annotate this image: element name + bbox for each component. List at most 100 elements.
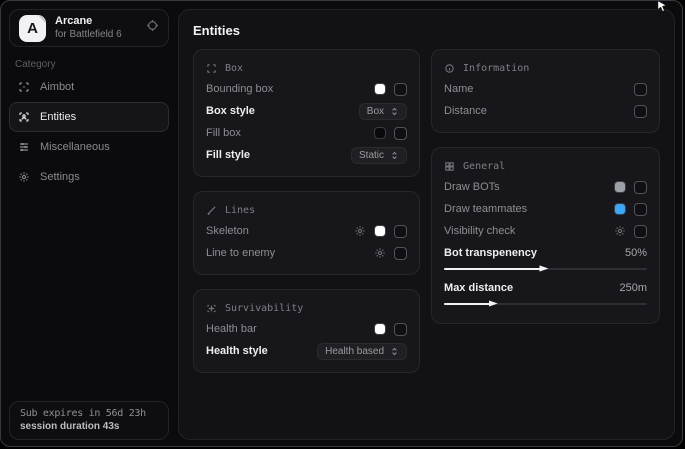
setting-row-skeleton: Skeleton — [206, 220, 407, 242]
subscription-card: Sub expires in 56d 23h session duration … — [9, 401, 169, 440]
sidebar-item-aimbot[interactable]: Aimbot — [9, 72, 169, 102]
color-swatch[interactable] — [614, 203, 626, 215]
name-checkbox[interactable] — [634, 83, 647, 96]
page-title: Entities — [193, 23, 660, 38]
slider-thumb[interactable] — [489, 299, 498, 308]
bounding-box-checkbox[interactable] — [394, 83, 407, 96]
row-label: Name — [444, 83, 473, 95]
sidebar-item-settings[interactable]: Settings — [9, 162, 169, 192]
health-bar-checkbox[interactable] — [394, 323, 407, 336]
card-title: Information — [463, 63, 529, 74]
row-label: Distance — [444, 105, 487, 117]
fill-style-dropdown[interactable]: Static — [351, 147, 407, 164]
gear-icon — [17, 171, 31, 183]
color-swatch[interactable] — [374, 83, 386, 95]
row-label: Line to enemy — [206, 247, 275, 259]
row-label: Health bar — [206, 323, 257, 335]
info-icon — [444, 63, 455, 74]
health-style-dropdown[interactable]: Health based — [317, 343, 407, 360]
gear-icon[interactable] — [146, 19, 159, 37]
row-label: Bot transpenency — [444, 247, 537, 259]
skeleton-checkbox[interactable] — [394, 225, 407, 238]
setting-row-name: Name — [444, 78, 647, 100]
grid-icon — [444, 161, 455, 172]
brand-initial: A — [27, 20, 38, 37]
setting-row-visibility-check: Visibility check — [444, 220, 647, 242]
setting-row-line-to-enemy: Line to enemy — [206, 242, 407, 264]
max-distance-setting: Max distance 250m — [444, 278, 647, 305]
color-swatch[interactable] — [374, 323, 386, 335]
distance-checkbox[interactable] — [634, 105, 647, 118]
draw-bots-checkbox[interactable] — [634, 181, 647, 194]
dropdown-value: Box — [367, 106, 384, 117]
health-cross-icon — [206, 303, 217, 314]
box-style-dropdown[interactable]: Box — [359, 103, 407, 120]
box-card-header: Box — [206, 58, 407, 78]
row-label: Draw teammates — [444, 203, 527, 215]
box-corners-icon — [206, 63, 217, 74]
line-to-enemy-checkbox[interactable] — [394, 247, 407, 260]
max-distance-slider[interactable] — [444, 303, 647, 305]
brand-card: A Arcane for Battlefield 6 — [9, 9, 169, 47]
sidebar-item-label: Settings — [40, 171, 80, 183]
lines-card-header: Lines — [206, 200, 407, 220]
card-columns: Box Bounding box Box style Box — [193, 49, 660, 373]
sidebar-item-label: Entities — [40, 111, 76, 123]
color-swatch[interactable] — [614, 181, 626, 193]
color-swatch[interactable] — [374, 127, 386, 139]
crosshair-icon — [17, 81, 31, 93]
brand-text: Arcane for Battlefield 6 — [55, 15, 137, 41]
row-label: Bounding box — [206, 83, 273, 95]
setting-row-bounding-box: Bounding box — [206, 78, 407, 100]
logo-fold-corner — [37, 15, 46, 24]
row-label: Visibility check — [444, 225, 515, 237]
chevron-up-down-icon — [390, 151, 399, 160]
sidebar-item-label: Aimbot — [40, 81, 74, 93]
setting-row-health-style: Health style Health based — [206, 340, 407, 362]
session-duration-text: session duration 43s — [20, 421, 158, 432]
general-card-header: General — [444, 156, 647, 176]
color-swatch[interactable] — [374, 225, 386, 237]
category-label: Category — [15, 59, 163, 70]
general-card: General Draw BOTs Draw teammates — [431, 147, 660, 324]
right-column: Information Name Distance — [431, 49, 660, 324]
row-label: Draw BOTs — [444, 181, 500, 193]
brand-subtitle: for Battlefield 6 — [55, 29, 137, 42]
visibility-check-checkbox[interactable] — [634, 225, 647, 238]
sidebar-nav: Aimbot Entities Miscellaneous Settings — [1, 72, 177, 192]
row-label: Health style — [206, 345, 268, 357]
brand-title: Arcane — [55, 15, 137, 29]
draw-teammates-checkbox[interactable] — [634, 203, 647, 216]
gear-icon[interactable] — [374, 247, 386, 259]
setting-row-box-style: Box style Box — [206, 100, 407, 122]
row-label: Max distance — [444, 282, 513, 294]
sidebar-item-label: Miscellaneous — [40, 141, 110, 153]
dropdown-value: Static — [359, 150, 384, 161]
card-title: Box — [225, 63, 243, 74]
setting-row-fill-box: Fill box — [206, 122, 407, 144]
box-card: Box Bounding box Box style Box — [193, 49, 420, 177]
dropdown-value: Health based — [325, 346, 384, 357]
person-scan-icon — [17, 111, 31, 123]
main-panel: Entities Box Bounding box — [178, 9, 675, 440]
setting-row-draw-teammates: Draw teammates — [444, 198, 647, 220]
slider-fill — [444, 268, 541, 270]
slider-thumb[interactable] — [539, 264, 548, 273]
sub-expiry-text: Sub expires in 56d 23h — [20, 408, 158, 419]
pencil-line-icon — [206, 205, 217, 216]
information-card: Information Name Distance — [431, 49, 660, 133]
brand-logo: A — [19, 15, 46, 42]
sidebar-item-miscellaneous[interactable]: Miscellaneous — [9, 132, 169, 162]
fill-box-checkbox[interactable] — [394, 127, 407, 140]
gear-icon[interactable] — [354, 225, 366, 237]
row-label: Box style — [206, 105, 255, 117]
row-label: Fill box — [206, 127, 241, 139]
slider-fill — [444, 303, 491, 305]
setting-row-draw-bots: Draw BOTs — [444, 176, 647, 198]
sidebar-item-entities[interactable]: Entities — [9, 102, 169, 132]
gear-icon[interactable] — [614, 225, 626, 237]
chevron-up-down-icon — [390, 347, 399, 356]
information-card-header: Information — [444, 58, 647, 78]
bot-transparency-slider[interactable] — [444, 268, 647, 270]
survivability-card: Survivability Health bar Health style He… — [193, 289, 420, 373]
